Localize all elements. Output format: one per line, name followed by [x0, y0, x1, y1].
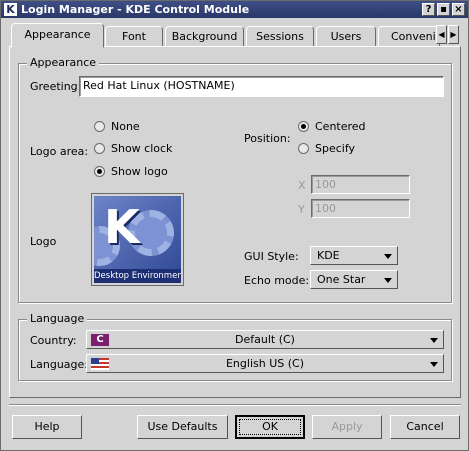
- ok-button[interactable]: OK: [235, 415, 305, 439]
- gui-style-label: GUI Style:: [244, 250, 299, 263]
- y-label: Y: [298, 203, 305, 216]
- radio-icon: [298, 143, 309, 154]
- radio-icon: [94, 143, 105, 154]
- help-button[interactable]: Help: [12, 415, 82, 439]
- country-label: Country:: [30, 334, 77, 347]
- maximize-button[interactable]: ▪: [437, 3, 450, 16]
- language-group-title: Language: [27, 312, 88, 325]
- chevron-down-icon: [430, 362, 438, 367]
- echo-mode-select[interactable]: One Star: [310, 270, 398, 289]
- radio-checked-icon: [94, 166, 105, 177]
- tab-appearance-label: Appearance: [24, 28, 91, 41]
- position-specify-radio[interactable]: Specify: [298, 142, 355, 155]
- echo-mode-label: Echo mode:: [244, 274, 310, 287]
- position-specify-label: Specify: [315, 142, 356, 155]
- y-input[interactable]: 100: [311, 199, 410, 218]
- tab-convenience-label: Convenience: [391, 30, 439, 43]
- logo-area-clock-label: Show clock: [111, 142, 173, 155]
- tab-font-label: Font: [122, 30, 146, 43]
- chevron-down-icon: [384, 254, 392, 259]
- title-bar[interactable]: K Login Manager - KDE Control Module ? ▪…: [1, 1, 468, 18]
- tab-scroll-left-icon[interactable]: ◀: [436, 25, 447, 44]
- position-centered-label: Centered: [315, 120, 366, 133]
- tab-users[interactable]: Users: [316, 26, 376, 47]
- language-select[interactable]: English US (C): [86, 354, 444, 373]
- greeting-label: Greeting:: [30, 80, 82, 93]
- tab-users-label: Users: [330, 30, 362, 43]
- x-label: X: [298, 179, 306, 192]
- logo-area-none-label: None: [111, 120, 140, 133]
- logo-area-logo-label: Show logo: [111, 165, 168, 178]
- radio-checked-icon: [298, 121, 309, 132]
- logo-area-label: Logo area:: [30, 145, 89, 158]
- kde-app-icon[interactable]: K: [4, 3, 17, 16]
- tab-appearance[interactable]: Appearance: [11, 23, 104, 48]
- tab-sessions-label: Sessions: [256, 30, 304, 43]
- language-label: Language:: [30, 358, 88, 371]
- gui-style-select[interactable]: KDE: [310, 246, 398, 265]
- logo-area-none-radio[interactable]: None: [94, 120, 140, 133]
- kde-logo-image: K Desktop Environment: [94, 196, 181, 283]
- tab-bar: Appearance Font Background Sessions User…: [9, 23, 461, 48]
- tab-font[interactable]: Font: [105, 26, 163, 47]
- logo-caption: Desktop Environment: [94, 269, 181, 283]
- tab-convenience[interactable]: Convenience: [378, 26, 440, 47]
- tab-background[interactable]: Background: [165, 26, 244, 47]
- x-input[interactable]: 100: [311, 175, 410, 194]
- help-title-button[interactable]: ?: [422, 3, 435, 16]
- cancel-button[interactable]: Cancel: [390, 415, 460, 439]
- appearance-group-title: Appearance: [27, 56, 100, 69]
- use-defaults-button[interactable]: Use Defaults: [137, 415, 228, 439]
- greeting-input[interactable]: Red Hat Linux (HOSTNAME): [79, 76, 444, 97]
- close-button[interactable]: ×: [452, 3, 465, 16]
- country-select[interactable]: C Default (C): [86, 330, 444, 349]
- position-centered-radio[interactable]: Centered: [298, 120, 366, 133]
- logo-label: Logo: [30, 235, 57, 248]
- logo-area-clock-radio[interactable]: Show clock: [94, 142, 172, 155]
- logo-area-logo-radio[interactable]: Show logo: [94, 165, 168, 178]
- ok-button-label: OK: [239, 419, 301, 435]
- echo-mode-value: One Star: [317, 273, 366, 286]
- chevron-down-icon: [430, 338, 438, 343]
- apply-button[interactable]: Apply: [312, 415, 382, 439]
- logo-button[interactable]: K Desktop Environment: [91, 193, 184, 286]
- language-value: English US (C): [225, 357, 304, 370]
- country-value: Default (C): [235, 333, 295, 346]
- position-label: Position:: [244, 132, 291, 145]
- window-title: Login Manager - KDE Control Module: [21, 3, 250, 16]
- radio-icon: [94, 121, 105, 132]
- tab-scroll-right-icon[interactable]: ▶: [448, 25, 459, 44]
- tab-sessions[interactable]: Sessions: [246, 26, 314, 47]
- logo-k-letter: K: [104, 200, 140, 254]
- tab-background-label: Background: [171, 30, 238, 43]
- gui-style-value: KDE: [317, 249, 340, 262]
- chevron-down-icon: [384, 278, 392, 283]
- footer-separator: [9, 404, 461, 406]
- login-manager-window: K Login Manager - KDE Control Module ? ▪…: [0, 0, 469, 451]
